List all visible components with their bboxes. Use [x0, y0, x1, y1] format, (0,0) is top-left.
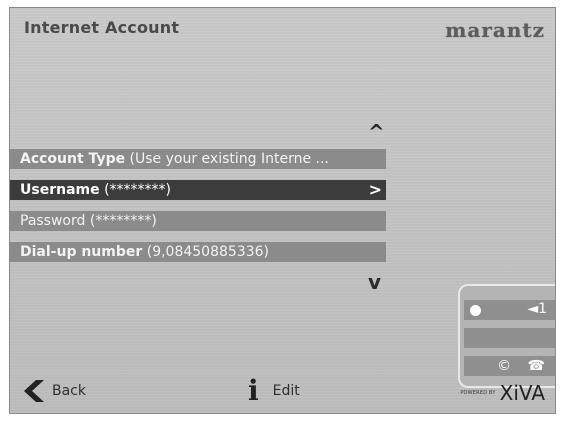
edit-label: Edit — [272, 383, 300, 399]
page-title: Internet Account — [24, 18, 180, 37]
menu-item-value: (********) — [89, 213, 157, 229]
menu-item-key: Dial-up number — [20, 244, 143, 260]
back-chevron-icon — [24, 380, 44, 402]
back-button[interactable]: Back — [24, 379, 86, 403]
menu-item-key: Username — [20, 182, 100, 198]
bottom-bar: Back i Edit POWERED BY XiVA — [10, 357, 555, 413]
menu-item-value: (********) — [104, 182, 171, 198]
menu-item-password[interactable]: Password (********) — [10, 211, 386, 231]
menu-item-account-type[interactable]: Account Type (Use your existing Interne … — [10, 149, 386, 169]
menu-item-dialup-number[interactable]: Dial-up number (9,08450885336) — [10, 242, 386, 262]
menu-item-key: Account Type — [20, 151, 126, 167]
speaker-icon: ◄1 — [527, 301, 547, 317]
status-row-volume: ◄1 — [464, 300, 555, 320]
scroll-up-icon[interactable]: ^ — [368, 120, 385, 144]
chevron-right-icon: > — [368, 180, 382, 199]
status-dot-icon — [470, 305, 481, 316]
menu-item-value: (9,08450885336) — [146, 244, 269, 260]
back-label: Back — [52, 383, 86, 399]
edit-button[interactable]: i Edit — [248, 377, 300, 405]
screen: Internet Account marantz ^ Account Type … — [9, 7, 556, 414]
status-row-empty — [464, 328, 555, 348]
powered-by-logo: POWERED BY XiVA — [460, 381, 545, 405]
menu-item-key: Password — [20, 213, 86, 229]
info-icon: i — [248, 374, 259, 407]
menu-item-value: (Use your existing Interne ... — [129, 151, 329, 167]
xiva-logo: XiVA — [499, 381, 545, 405]
powered-by-text: POWERED BY — [460, 390, 496, 396]
brand-logo: marantz — [445, 18, 545, 42]
menu-item-username[interactable]: Username (********) > — [10, 180, 386, 200]
scroll-down-icon[interactable]: v — [368, 270, 381, 294]
